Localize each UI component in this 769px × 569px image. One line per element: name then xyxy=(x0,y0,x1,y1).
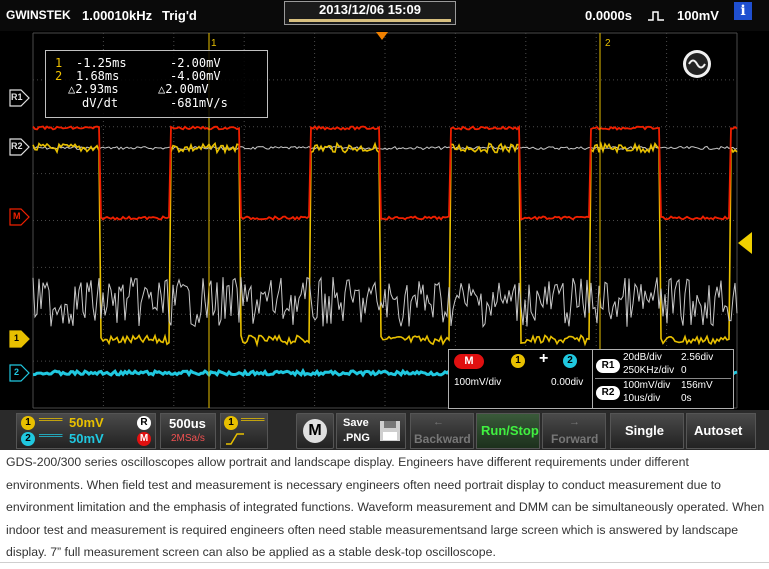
ref1-hdiv: 250KHz/div xyxy=(623,365,675,376)
frequency-readout: 1.00010kHz xyxy=(82,8,153,23)
info-icon[interactable]: i xyxy=(734,2,752,20)
ref2-marker[interactable]: R2 xyxy=(9,138,30,156)
ch1-marker-label: 1 xyxy=(14,333,20,343)
ch2-scale: 50mV xyxy=(69,431,104,446)
cursor-1-volt: -2.00mV xyxy=(170,56,221,70)
ref1-marker-label: R1 xyxy=(11,92,23,102)
trigger-key[interactable]: 1 ═══ xyxy=(220,413,268,449)
ref2-marker-label: R2 xyxy=(11,141,23,151)
math-marker-label: M xyxy=(13,211,21,221)
ref1-position: 2.56div xyxy=(681,352,714,363)
single-label: Single xyxy=(625,423,665,438)
cursor-1-id: 1 xyxy=(55,56,63,70)
ch2-marker-label: 2 xyxy=(14,367,20,377)
ref2-hpos: 0s xyxy=(681,393,692,404)
math-key[interactable]: M xyxy=(296,413,334,449)
trigger-level-readout: 100mV xyxy=(677,8,719,23)
softkey-bar: 1 ═══ 50mV 2 ═══ 50mV R M 500us 2MSa/s 1… xyxy=(0,410,769,450)
math-marker[interactable]: M xyxy=(9,208,30,226)
forward-label: Forward xyxy=(551,432,599,446)
save-label: Save xyxy=(343,417,369,429)
single-key[interactable]: Single xyxy=(610,413,684,449)
horizontal-position: 0.0000s xyxy=(585,8,632,23)
forward-key[interactable]: → Forward xyxy=(542,413,606,449)
ref-badge: R xyxy=(137,416,151,430)
ref2-hdiv: 10us/div xyxy=(623,393,661,404)
ch1-marker-arrow-icon xyxy=(9,330,30,348)
save-format: .PNG xyxy=(343,432,370,444)
trigger-position-marker[interactable] xyxy=(376,32,388,40)
math-offset: 0.00div xyxy=(551,377,584,388)
dvdt-value: -681mV/s xyxy=(170,96,228,110)
backward-label: Backward xyxy=(414,432,471,446)
floppy-disk-icon xyxy=(380,421,400,441)
backward-key[interactable]: ← Backward xyxy=(410,413,474,449)
math-operator: + xyxy=(539,350,549,367)
zoom-wave-icon[interactable] xyxy=(683,50,711,78)
brand-logo: GWINSTEK xyxy=(6,8,71,22)
bottom-divider xyxy=(0,562,769,563)
save-png-key[interactable]: Save .PNG xyxy=(336,413,406,449)
run-stop-label: Run/Stop xyxy=(481,423,539,438)
math-info-panel[interactable]: M 1 + 2 100mV/div 0.00div xyxy=(448,349,594,409)
ch1-badge: 1 xyxy=(21,416,35,430)
ref1-hpos: 0 xyxy=(681,365,687,376)
math-scale: 100mV/div xyxy=(454,377,502,388)
delta-time: △2.93ms xyxy=(68,82,119,96)
ref1-marker[interactable]: R1 xyxy=(9,89,30,107)
run-stop-key[interactable]: Run/Stop xyxy=(476,413,540,449)
math-source-b: 2 xyxy=(563,354,577,368)
cursor-2-label: 2 xyxy=(605,38,611,49)
channel-scale-key[interactable]: 1 ═══ 50mV 2 ═══ 50mV R M xyxy=(16,413,156,449)
math-key-label: M xyxy=(303,419,327,443)
ref1-badge: R1 xyxy=(596,359,620,373)
ref2-badge: R2 xyxy=(596,386,620,400)
cursor-readout-panel: 1 -1.25ms -2.00mV 2 1.68ms -4.00mV △2.93… xyxy=(45,50,268,118)
ch2-marker-arrow-icon xyxy=(9,364,30,382)
datetime-display: 2013/12/06 15:09 xyxy=(284,1,456,25)
dvdt-label: dV/dt xyxy=(82,96,119,110)
ch1-coupling-icon: ═══ xyxy=(39,414,63,426)
ch1-scale: 50mV xyxy=(69,415,104,430)
trigger-level-marker[interactable] xyxy=(738,232,752,254)
math-source-a: 1 xyxy=(511,354,525,368)
cursor-2-volt: -4.00mV xyxy=(170,69,221,83)
trigger-status: Trig'd xyxy=(162,8,197,23)
trigger-coupling-icon: ═══ xyxy=(241,414,265,426)
reference-info-panel[interactable]: R1 20dB/div 2.56div 250KHz/div 0 R2 100m… xyxy=(592,349,734,409)
ch2-marker[interactable]: 2 xyxy=(9,364,30,382)
trigger-source-badge: 1 xyxy=(224,416,238,430)
cursor-1-time: -1.25ms xyxy=(76,56,127,70)
autoset-key[interactable]: Autoset xyxy=(686,413,756,449)
math-badge: M xyxy=(454,354,484,369)
status-bar: GWINSTEK 1.00010kHz Trig'd 2013/12/06 15… xyxy=(0,0,769,31)
backward-arrow-icon: ← xyxy=(433,416,444,428)
ch2-coupling-icon: ═══ xyxy=(39,430,63,442)
datetime-text: 2013/12/06 15:09 xyxy=(319,2,421,17)
oscilloscope-screen: 1 2 GWINSTEK 1.00010kHz Trig'd 2013/12/0… xyxy=(0,0,769,450)
ref2-position: 156mV xyxy=(681,380,713,391)
ch2-badge: 2 xyxy=(21,432,35,446)
trigger-edge-icon xyxy=(226,433,244,445)
delta-volt: △2.00mV xyxy=(158,82,209,96)
cursor-1-label: 1 xyxy=(211,38,217,49)
ref-divider xyxy=(595,378,731,379)
math-soft-badge: M xyxy=(137,432,151,446)
sample-rate: 2MSa/s xyxy=(171,433,205,444)
cursor-2-time: 1.68ms xyxy=(76,69,120,83)
ref2-vdiv: 100mV/div xyxy=(623,380,671,391)
autoset-label: Autoset xyxy=(694,423,743,438)
rising-edge-icon xyxy=(648,11,664,21)
timebase-key[interactable]: 500us 2MSa/s xyxy=(160,413,216,449)
forward-arrow-icon: → xyxy=(569,416,580,428)
memory-bar xyxy=(289,19,451,22)
ref1-vdiv: 20dB/div xyxy=(623,352,662,363)
ch1-marker[interactable]: 1 xyxy=(9,330,30,348)
cursor-2-id: 2 xyxy=(55,69,63,83)
description-text: GDS-200/300 series oscilloscopes allow p… xyxy=(6,455,765,560)
timebase-value: 500us xyxy=(169,416,206,431)
